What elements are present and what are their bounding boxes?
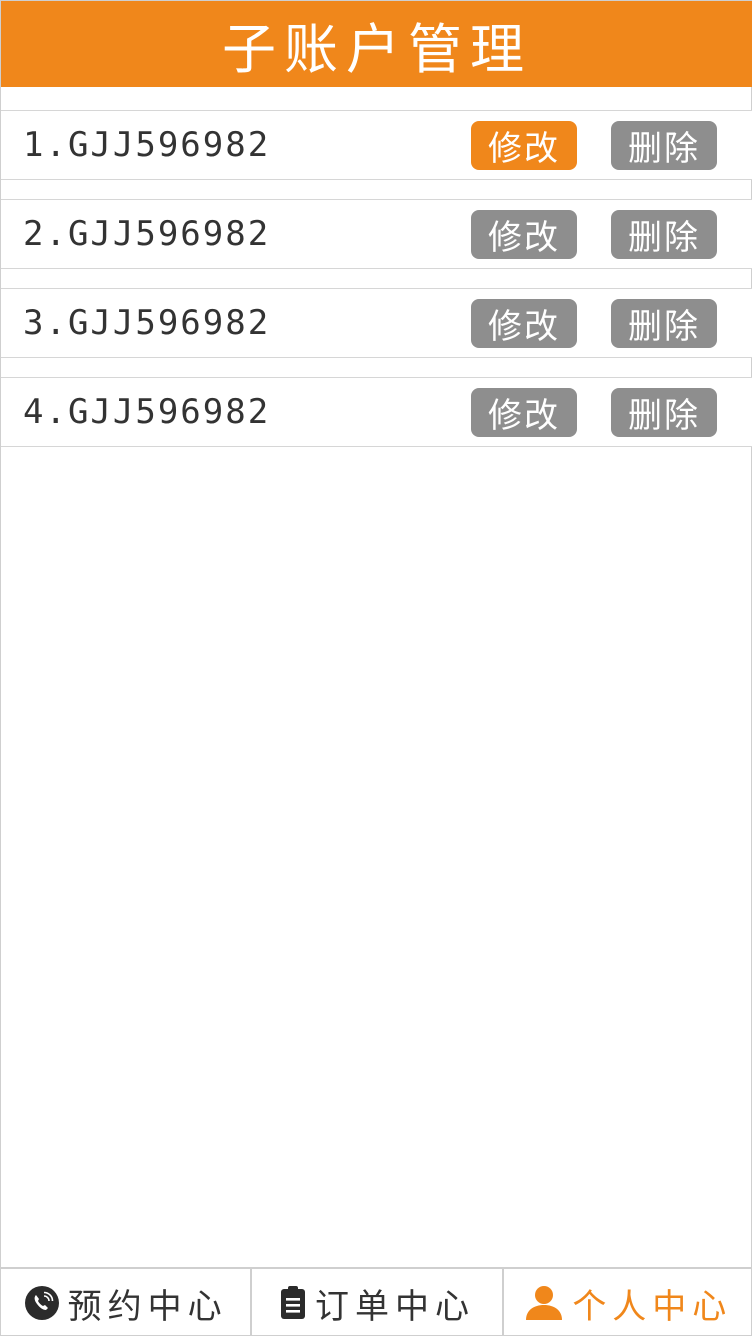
user-icon <box>524 1284 564 1322</box>
delete-button[interactable]: 删除 <box>611 210 717 259</box>
delete-button[interactable]: 删除 <box>611 299 717 348</box>
account-row: 1.GJJ596982 修改 删除 <box>1 110 752 180</box>
delete-button[interactable]: 删除 <box>611 388 717 437</box>
account-label: 4.GJJ596982 <box>23 392 271 432</box>
phone-icon <box>24 1285 60 1321</box>
edit-button[interactable]: 修改 <box>471 299 577 348</box>
tab-order-center[interactable]: 订单中心 <box>252 1269 504 1336</box>
account-row: 4.GJJ596982 修改 删除 <box>1 377 752 447</box>
tab-label: 预约中心 <box>67 1286 228 1327</box>
clipboard-icon <box>279 1285 307 1321</box>
page-title: 子账户管理 <box>222 17 532 81</box>
account-row: 3.GJJ596982 修改 删除 <box>1 288 752 358</box>
tab-personal-center[interactable]: 个人中心 <box>504 1269 752 1336</box>
account-label: 3.GJJ596982 <box>23 303 271 343</box>
account-row: 2.GJJ596982 修改 删除 <box>1 199 752 269</box>
edit-button[interactable]: 修改 <box>471 388 577 437</box>
edit-button[interactable]: 修改 <box>471 121 577 170</box>
edit-button[interactable]: 修改 <box>471 210 577 259</box>
tab-label: 个人中心 <box>572 1286 733 1327</box>
bottom-tab-bar: 预约中心 订单中心 个人中心 <box>1 1267 752 1336</box>
account-label: 1.GJJ596982 <box>23 125 271 165</box>
account-label: 2.GJJ596982 <box>23 214 271 254</box>
delete-button[interactable]: 删除 <box>611 121 717 170</box>
app-screen: 子账户管理 1.GJJ596982 修改 删除 2.GJJ596982 修改 删… <box>0 0 752 1336</box>
tab-booking-center[interactable]: 预约中心 <box>1 1269 253 1336</box>
page-header: 子账户管理 <box>1 1 752 87</box>
tab-label: 订单中心 <box>314 1286 475 1327</box>
